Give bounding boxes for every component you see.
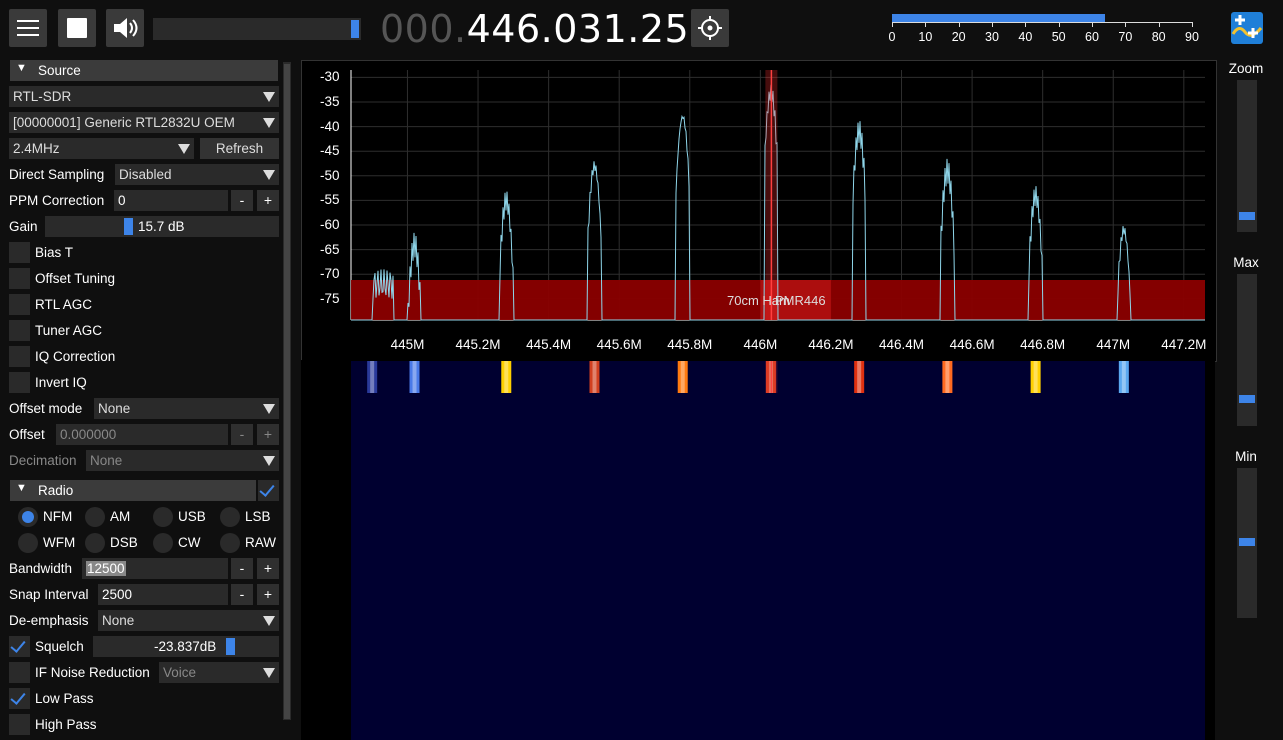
max-slider[interactable] xyxy=(1237,274,1257,426)
waterfall-signal-core xyxy=(412,361,417,393)
fft-x-label: 446.8M xyxy=(1020,337,1066,352)
fft-y-label: -35 xyxy=(320,93,340,109)
min-slider[interactable] xyxy=(1237,468,1257,618)
fft-x-label: 445M xyxy=(390,337,425,352)
spectrum-plot[interactable] xyxy=(0,0,1283,740)
waterfall-background xyxy=(351,361,1205,740)
fft-y-label: -45 xyxy=(320,143,340,159)
fft-y-label: -65 xyxy=(320,241,340,257)
waterfall-signal-core xyxy=(1121,361,1126,393)
fft-x-label: 446.2M xyxy=(808,337,854,352)
zoom-slider-knob[interactable] xyxy=(1239,212,1255,221)
fft-x-label: 446.6M xyxy=(949,337,995,352)
waterfall-signal-core xyxy=(1033,361,1038,393)
fft-y-label: -40 xyxy=(320,118,340,134)
fft-y-label: -75 xyxy=(320,290,340,306)
waterfall-signal-core xyxy=(592,361,597,393)
fft-x-label: 445.4M xyxy=(526,337,572,352)
min-label: Min xyxy=(1235,449,1257,464)
fft-y-label: -50 xyxy=(320,167,340,183)
fft-x-label: 446.4M xyxy=(878,337,925,352)
fft-x-label: 446M xyxy=(743,337,778,352)
waterfall-signal-core xyxy=(370,361,375,393)
waterfall-signal-core xyxy=(680,361,685,393)
min-slider-knob[interactable] xyxy=(1239,538,1255,546)
fft-y-label: -70 xyxy=(320,266,340,282)
fft-y-label: -55 xyxy=(320,192,340,208)
waterfall-signal-core xyxy=(857,361,862,393)
waterfall-signal-core xyxy=(945,361,950,393)
waterfall-image xyxy=(351,361,1205,740)
waterfall-signal-core xyxy=(504,361,509,393)
fft-y-label: -30 xyxy=(320,69,340,85)
fft-x-label: 447.2M xyxy=(1161,337,1207,352)
zoom-label: Zoom xyxy=(1228,61,1264,76)
fft-x-label: 445.2M xyxy=(455,337,501,352)
max-slider-knob[interactable] xyxy=(1239,394,1255,403)
max-label: Max xyxy=(1233,255,1259,270)
fft-x-label: 447M xyxy=(1096,337,1131,352)
fft-x-label: 445.8M xyxy=(667,337,713,352)
fft-y-label: -60 xyxy=(320,217,340,233)
zoom-slider[interactable] xyxy=(1237,80,1257,232)
bandplan-label-pmr446: PMR446 xyxy=(775,293,826,308)
fft-x-label: 445.6M xyxy=(596,337,642,352)
